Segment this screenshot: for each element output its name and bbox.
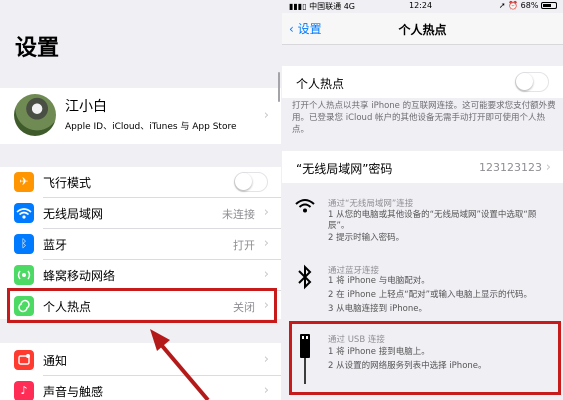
status-bar: ▮▮▮▯ 中国联通 4G 12:24 ➚ ⏰ 68% xyxy=(282,0,563,13)
password-label: “无线局域网”密码 xyxy=(296,162,393,176)
scrollbar[interactable] xyxy=(278,72,280,102)
profile-subtitle: Apple ID、iCloud、iTunes 与 App Store xyxy=(65,122,237,132)
personal-hotspot-pane: ▮▮▮▯ 中国联通 4G 12:24 ➚ ⏰ 68% ‹ 设置 个人热点 个人热… xyxy=(282,0,563,400)
apple-id-profile-row[interactable]: 江小白 Apple ID、iCloud、iTunes 与 App Store › xyxy=(0,88,281,144)
method-step: 2 在 iPhone 上轻点“配对”或输入电脑上显示的代码。 xyxy=(328,290,533,300)
location-icon: ➚ xyxy=(498,1,509,10)
chevron-right-icon: › xyxy=(263,352,269,367)
chevron-right-icon: › xyxy=(545,160,551,175)
personal-hotspot-row: 个人热点 xyxy=(282,66,563,98)
wifi-icon xyxy=(294,196,316,221)
wifi-connection-instructions: 通过“无线局域网”连接 1 从您的电脑或其他设备的“无线局域网”设置中选取“顾辰… xyxy=(282,190,563,250)
bluetooth-icon: ᛒ xyxy=(14,234,34,254)
method-step: 1 从您的电脑或其他设备的“无线局域网”设置中选取“顾辰”。 xyxy=(328,210,537,231)
profile-name: 江小白 xyxy=(65,99,107,115)
item-label: 通知 xyxy=(43,354,68,368)
chevron-right-icon: › xyxy=(263,383,269,398)
method-step: 2 提示时输入密码。 xyxy=(328,233,405,243)
sounds-icon: ♪ xyxy=(14,381,34,400)
wifi-icon xyxy=(14,203,34,223)
chevron-right-icon: › xyxy=(263,236,269,251)
method-step: 1 将 iPhone 与电脑配对。 xyxy=(328,276,430,286)
item-label: 无线局域网 xyxy=(43,207,104,221)
item-label: 蜂窝移动网络 xyxy=(43,269,116,283)
carrier-name: 中国联通 xyxy=(309,2,342,11)
item-label: 声音与触感 xyxy=(43,385,104,399)
hotspot-description: 打开个人热点以共享 iPhone 的互联网连接。这可能要求您支付额外费用。已登录… xyxy=(292,101,556,135)
usb-highlight-box xyxy=(289,321,561,395)
hotspot-label: 个人热点 xyxy=(296,77,345,91)
status-time: 12:24 xyxy=(409,1,433,10)
signal-icon: ▮▮▮▯ xyxy=(289,2,310,11)
bluetooth-icon xyxy=(294,264,316,295)
alarm-icon: ⏰ xyxy=(508,1,521,10)
method-step: 3 从电脑连接到 iPhone。 xyxy=(328,304,428,314)
settings-item-wifi[interactable]: 无线局域网 未连接 › xyxy=(0,198,281,228)
battery-percent: 68% xyxy=(520,1,539,10)
chevron-right-icon: › xyxy=(263,205,269,220)
cellular-icon xyxy=(14,265,34,285)
battery-icon xyxy=(541,2,557,9)
settings-item-bluetooth[interactable]: ᛒ 蓝牙 打开 › xyxy=(0,229,281,259)
password-value: 123123123 xyxy=(479,161,542,174)
avatar xyxy=(14,94,56,136)
chevron-right-icon: › xyxy=(263,108,269,123)
chevron-right-icon: › xyxy=(263,267,269,282)
bluetooth-connection-instructions: 通过蓝牙连接 1 将 iPhone 与电脑配对。 2 在 iPhone 上轻点“… xyxy=(282,258,563,318)
method-title: 通过“无线局域网”连接 xyxy=(328,199,414,209)
network-type: 4G xyxy=(343,2,355,11)
item-label: 蓝牙 xyxy=(43,238,68,252)
airplane-mode-toggle[interactable] xyxy=(234,172,268,192)
hotspot-highlight-box xyxy=(7,288,277,323)
settings-item-sounds[interactable]: ♪ 声音与触感 › xyxy=(0,376,281,400)
settings-item-airplane-mode[interactable]: ✈ 飞行模式 xyxy=(0,167,281,197)
settings-item-cellular[interactable]: 蜂窝移动网络 › xyxy=(0,260,281,290)
navigation-bar: ‹ 设置 个人热点 xyxy=(282,13,563,45)
airplane-icon: ✈ xyxy=(14,172,34,192)
personal-hotspot-toggle[interactable] xyxy=(515,72,549,92)
wifi-password-row[interactable]: “无线局域网”密码 123123123 › xyxy=(282,151,563,183)
notifications-icon xyxy=(14,350,34,370)
settings-pane: 设置 江小白 Apple ID、iCloud、iTunes 与 App Stor… xyxy=(0,0,281,400)
item-label: 飞行模式 xyxy=(43,176,92,190)
settings-item-notifications[interactable]: 通知 › xyxy=(0,345,281,375)
wifi-status: 未连接 xyxy=(222,208,255,221)
page-title: 设置 xyxy=(15,36,60,61)
bluetooth-status: 打开 xyxy=(233,239,255,252)
method-title: 通过蓝牙连接 xyxy=(328,266,380,276)
nav-title: 个人热点 xyxy=(398,23,447,37)
notifications-group: 通知 › ♪ 声音与触感 › xyxy=(0,343,281,400)
